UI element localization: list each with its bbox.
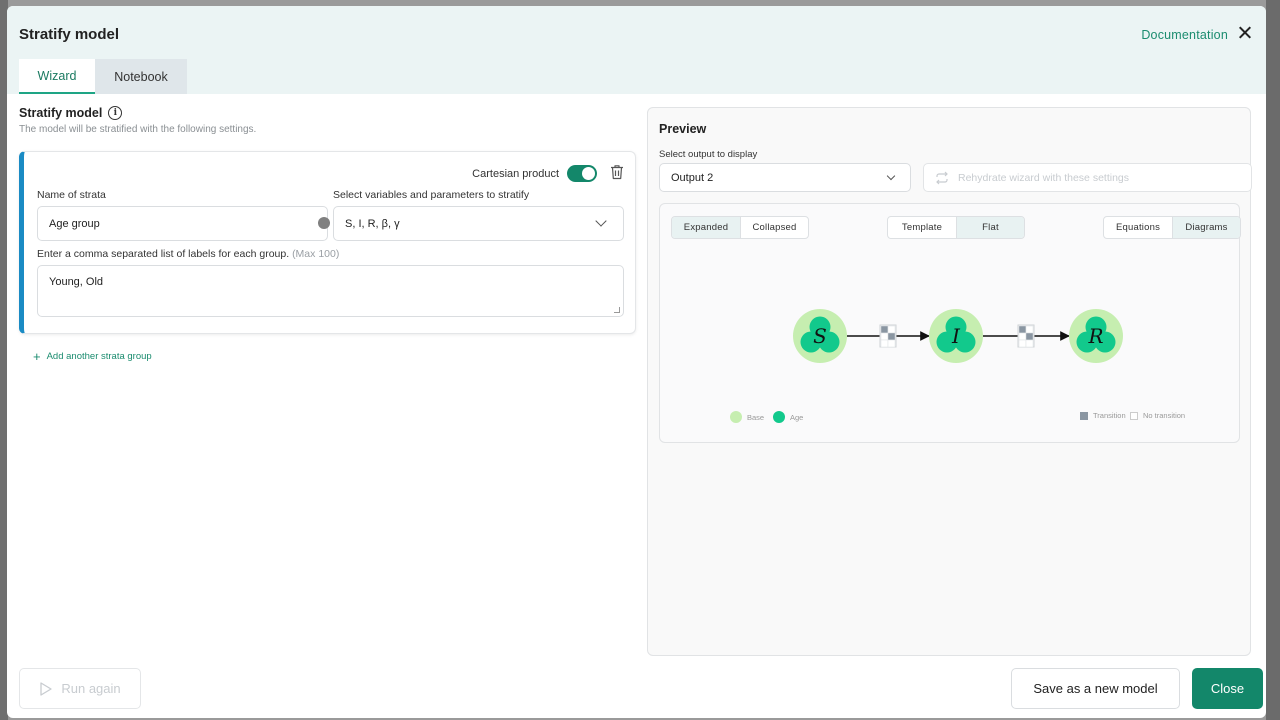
add-strata-group-button[interactable]: + Add another strata group (33, 349, 152, 364)
chevron-down-icon (595, 215, 607, 227)
chevron-down-icon (886, 171, 896, 181)
transition-cell (880, 325, 889, 334)
legend-transition-swatch (1080, 411, 1088, 420)
run-again-label: Run again (61, 681, 121, 696)
trash-icon[interactable] (610, 164, 624, 180)
plus-icon: + (33, 349, 41, 364)
output-select-label: Select output to display (659, 149, 758, 160)
diagrams-button[interactable]: Diagrams (1172, 217, 1240, 238)
section-title-text: Stratify model (19, 106, 103, 120)
transition-cell (887, 332, 896, 341)
cartesian-product-toggle[interactable] (567, 165, 597, 182)
cartesian-product-label: Cartesian product (472, 167, 559, 180)
rehydrate-button[interactable]: Rehydrate wizard with these settings (923, 163, 1252, 192)
expanded-button[interactable]: Expanded (672, 217, 740, 238)
tab-notebook[interactable]: Notebook (95, 59, 187, 94)
legend-base: Base (730, 411, 764, 423)
legend-no-transition-label: No transition (1143, 411, 1186, 420)
model-diagram: SIR (793, 309, 1123, 363)
close-icon[interactable] (1236, 24, 1254, 42)
preview-panel: Preview Select output to display Output … (647, 107, 1252, 656)
labels-label-text: Enter a comma separated list of labels f… (37, 248, 290, 260)
rehydrate-label: Rehydrate wizard with these settings (958, 171, 1129, 184)
output-select-value: Output 2 (671, 171, 714, 184)
transition-cell (1018, 325, 1027, 334)
info-icon[interactable]: i (108, 106, 123, 120)
variables-select[interactable]: S, I, R, β, γ (333, 206, 624, 241)
cartesian-product-control: Cartesian product (472, 165, 597, 182)
background-scrollbar (1266, 0, 1280, 720)
expanded-collapsed-toggle: Expanded Collapsed (671, 216, 809, 239)
equations-button[interactable]: Equations (1104, 217, 1172, 238)
legend-transition-label: Transition (1093, 411, 1126, 420)
play-icon (40, 681, 53, 696)
add-strata-group-label: Add another strata group (46, 351, 152, 362)
preview-title: Preview (659, 122, 707, 136)
legend-age: Age (773, 411, 803, 423)
legend-no-transition-swatch (1130, 411, 1138, 420)
legend-age-swatch (773, 411, 785, 423)
strata-name-input[interactable]: Age group (37, 206, 328, 241)
run-again-button[interactable]: Run again (19, 668, 141, 709)
node-label: I (951, 324, 961, 348)
no-transition-cell (887, 325, 896, 334)
equations-diagrams-toggle: Equations Diagrams (1103, 216, 1241, 239)
no-transition-cell (1025, 325, 1034, 334)
legend-base-label: Base (747, 412, 765, 422)
labels-label: Enter a comma separated list of labels f… (37, 248, 339, 260)
labels-hint: (Max 100) (292, 248, 340, 260)
modal-title: Stratify model (19, 26, 120, 43)
node-label: R (1087, 324, 1103, 348)
no-transition-cell (880, 339, 889, 348)
stratify-modal: Stratify model Documentation Wizard Note… (7, 6, 1266, 718)
textarea-resize-grip[interactable] (614, 307, 620, 313)
refresh-icon (936, 171, 948, 185)
labels-value: Young, Old (49, 276, 104, 288)
labels-textarea[interactable]: Young, Old (37, 265, 624, 317)
no-transition-cell (880, 332, 889, 341)
collapsed-button[interactable]: Collapsed (740, 217, 808, 238)
legend-no-transition: No transition (1130, 411, 1185, 420)
no-transition-cell (1018, 339, 1027, 348)
save-as-new-model-button[interactable]: Save as a new model (1011, 668, 1180, 709)
close-button[interactable]: Close (1192, 668, 1263, 709)
diagram-container: Expanded Collapsed Template Flat Equatio… (659, 203, 1241, 443)
strata-card: Cartesian product Name of strata Age gro… (19, 151, 636, 334)
section-title: Stratify model i (19, 106, 636, 120)
flat-button[interactable]: Flat (956, 217, 1024, 238)
variables-label: Select variables and parameters to strat… (333, 189, 530, 201)
no-transition-cell (1025, 339, 1034, 348)
legend-age-label: Age (790, 412, 804, 422)
output-select[interactable]: Output 2 (659, 163, 911, 192)
wizard-panel: Stratify model i The model will be strat… (19, 106, 636, 364)
tab-bar: Wizard Notebook (19, 59, 187, 94)
legend-base-swatch (730, 411, 742, 423)
section-subtitle: The model will be stratified with the fo… (19, 124, 257, 135)
resize-handle[interactable] (318, 217, 330, 229)
tab-wizard[interactable]: Wizard (19, 59, 95, 94)
strata-name-value: Age group (49, 217, 100, 230)
no-transition-cell (887, 339, 896, 348)
variables-value: S, I, R, β, γ (345, 217, 400, 230)
node-label: S (813, 324, 827, 348)
template-button[interactable]: Template (888, 217, 956, 238)
legend-transition: Transition (1080, 411, 1126, 420)
strata-name-label: Name of strata (37, 189, 106, 201)
documentation-link[interactable]: Documentation (1141, 28, 1228, 42)
modal-header: Stratify model Documentation Wizard Note… (7, 6, 1266, 94)
transition-cell (1025, 332, 1034, 341)
no-transition-cell (1018, 332, 1027, 341)
template-flat-toggle: Template Flat (887, 216, 1025, 239)
